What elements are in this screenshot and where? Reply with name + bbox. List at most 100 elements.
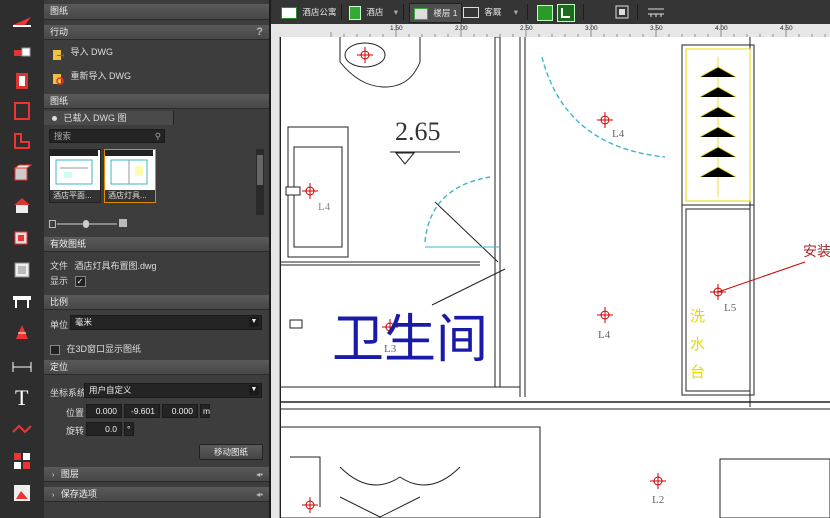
unit-select[interactable]: 毫米 ▼ (70, 315, 262, 330)
vertical-ruler (271, 37, 280, 518)
help-icon[interactable]: ? (256, 25, 263, 40)
small-size-icon[interactable] (49, 220, 56, 228)
2d-view-icon[interactable] (557, 4, 575, 22)
search-placeholder: 搜索 (54, 131, 72, 141)
save-options-header[interactable]: › 保存选项 ◂▪ (44, 487, 269, 502)
object-tool-icon[interactable] (6, 256, 38, 282)
text-tool-icon[interactable]: T (6, 384, 38, 410)
panel-title-text: 图纸 (50, 6, 69, 16)
toolbar-divider (341, 4, 342, 20)
drawing-canvas[interactable]: 2.65 卫生间 安装 洗水台 L4 L4 L4 L5 L3 L2 (280, 37, 830, 518)
file-name: 酒店灯具布置图.dwg (74, 261, 157, 271)
show-in-3d-checkbox[interactable] (50, 344, 60, 355)
toolbar-divider (403, 4, 404, 20)
move-drawing-button[interactable]: 移动图纸 (199, 444, 263, 460)
toolbar-divider (637, 4, 638, 20)
scale-header[interactable]: 比例 (44, 295, 269, 310)
hotel-selector[interactable]: 酒店 ▾ (349, 3, 398, 21)
ruler-ticks (330, 24, 826, 37)
ruler-label: 2.00 (455, 25, 468, 32)
table-tool-icon[interactable] (6, 288, 38, 314)
import-dwg-label: 导入 DWG (70, 47, 114, 57)
box-tool-icon[interactable] (6, 160, 38, 186)
light-label: L4 (612, 128, 625, 140)
material-tool-icon[interactable] (6, 320, 38, 346)
floor-selector[interactable]: 楼层 1 (409, 3, 463, 23)
panel-title: 图纸 (44, 4, 269, 20)
hotel-icon (349, 5, 361, 20)
show-in-3d-row[interactable]: 在3D窗口显示图纸 (50, 342, 275, 355)
active-drawing-header[interactable]: 有效图纸 (44, 237, 269, 252)
actions-header-text: 行动 (50, 27, 69, 37)
search-input[interactable]: 搜索 ⚲ (49, 129, 165, 143)
actions-header[interactable]: 行动 ? (44, 25, 269, 40)
drawing-thumbnail-2[interactable]: 酒店灯具... (104, 149, 156, 203)
apartment-label: 酒店公寓 (302, 7, 337, 17)
column-tool-icon[interactable] (6, 68, 38, 94)
image-tool-icon[interactable] (6, 480, 38, 506)
toolbar-divider (527, 4, 528, 20)
show-checkbox[interactable]: ✓ (74, 276, 86, 288)
position-y-field[interactable]: -9.601 (124, 404, 160, 418)
wall-tool-icon[interactable] (6, 38, 38, 64)
chevron-right-icon: › (52, 492, 55, 499)
position-unit: m (200, 404, 210, 418)
slider-handle[interactable] (83, 220, 89, 228)
light-label: L2 (652, 494, 665, 506)
drawing-thumbnail-1[interactable]: 酒店平面... (49, 149, 101, 203)
floor-icon (414, 7, 428, 20)
drawings-header[interactable]: 图纸 (44, 94, 269, 109)
large-size-icon[interactable] (119, 219, 127, 227)
loaded-dwg-tab[interactable]: 已载入 DWG 图 (44, 111, 174, 125)
apartment-selector[interactable]: 酒店公寓 (281, 3, 336, 21)
vanity-label: 洗水台 (690, 307, 706, 381)
coord-system-select[interactable]: 用户自定义 ▼ (84, 383, 262, 398)
tool-strip: T (0, 0, 45, 518)
position-header-text: 定位 (50, 362, 69, 372)
unit-value: 毫米 (75, 317, 93, 327)
layers-header-text: 图层 (60, 469, 79, 479)
top-toolbar: 酒店公寓 酒店 ▾ 楼层 1 客厩 ▾ (271, 0, 830, 25)
reimport-dwg-button[interactable]: 重新导入 DWG (44, 65, 269, 87)
3d-view-icon[interactable] (537, 5, 553, 21)
building-icon (281, 6, 297, 19)
rotation-field[interactable]: 0.0 (86, 422, 122, 436)
light-label: L3 (384, 343, 397, 355)
door-tool-icon[interactable] (6, 98, 38, 124)
tab-dot-icon (52, 116, 57, 122)
line-tool-icon[interactable] (6, 416, 38, 442)
zoom-fit-icon[interactable] (615, 5, 629, 19)
thumbnail-scrollbar[interactable] (256, 149, 264, 215)
scrollbar-thumb[interactable] (257, 155, 263, 185)
position-z-field[interactable]: 0.000 (162, 404, 198, 418)
layers-header[interactable]: › 图层 ◂▪ (44, 467, 269, 482)
light-label: L5 (724, 302, 737, 314)
chevron-down-icon[interactable]: ▾ (514, 7, 518, 17)
show-row: 显示 ✓ (50, 274, 275, 288)
collapse-icon[interactable]: ◂▪ (256, 487, 263, 502)
scale-header-text: 比例 (50, 297, 69, 307)
position-header[interactable]: 定位 (44, 360, 269, 375)
import-dwg-button[interactable]: 导入 DWG (44, 41, 269, 63)
grid-tool-icon[interactable] (6, 448, 38, 474)
thumbnail-size-slider[interactable] (49, 219, 129, 228)
drawing-tool-icon[interactable] (6, 8, 38, 34)
dimension-tool-icon[interactable] (6, 354, 38, 380)
collapse-icon[interactable]: ◂▪ (256, 467, 263, 482)
chevron-down-icon[interactable]: ▼ (249, 385, 259, 395)
stair-tool-icon[interactable] (6, 224, 38, 250)
toolbar-divider (583, 4, 584, 20)
show-label: 显示 (50, 276, 69, 286)
import-icon (52, 47, 64, 60)
file-row: 文件 酒店灯具布置图.dwg (50, 259, 275, 272)
search-icon[interactable]: ⚲ (155, 130, 161, 143)
measure-icon[interactable] (647, 5, 665, 19)
slab-tool-icon[interactable] (6, 128, 38, 154)
room-selector[interactable]: 客厩 ▾ (463, 3, 518, 21)
position-x-field[interactable]: 0.000 (86, 404, 122, 418)
roof-tool-icon[interactable] (6, 192, 38, 218)
chevron-down-icon[interactable]: ▼ (249, 317, 259, 327)
level-marker-text: 2.65 (395, 117, 441, 146)
chevron-down-icon[interactable]: ▾ (394, 7, 398, 17)
floor-label: 楼层 1 (433, 8, 458, 18)
